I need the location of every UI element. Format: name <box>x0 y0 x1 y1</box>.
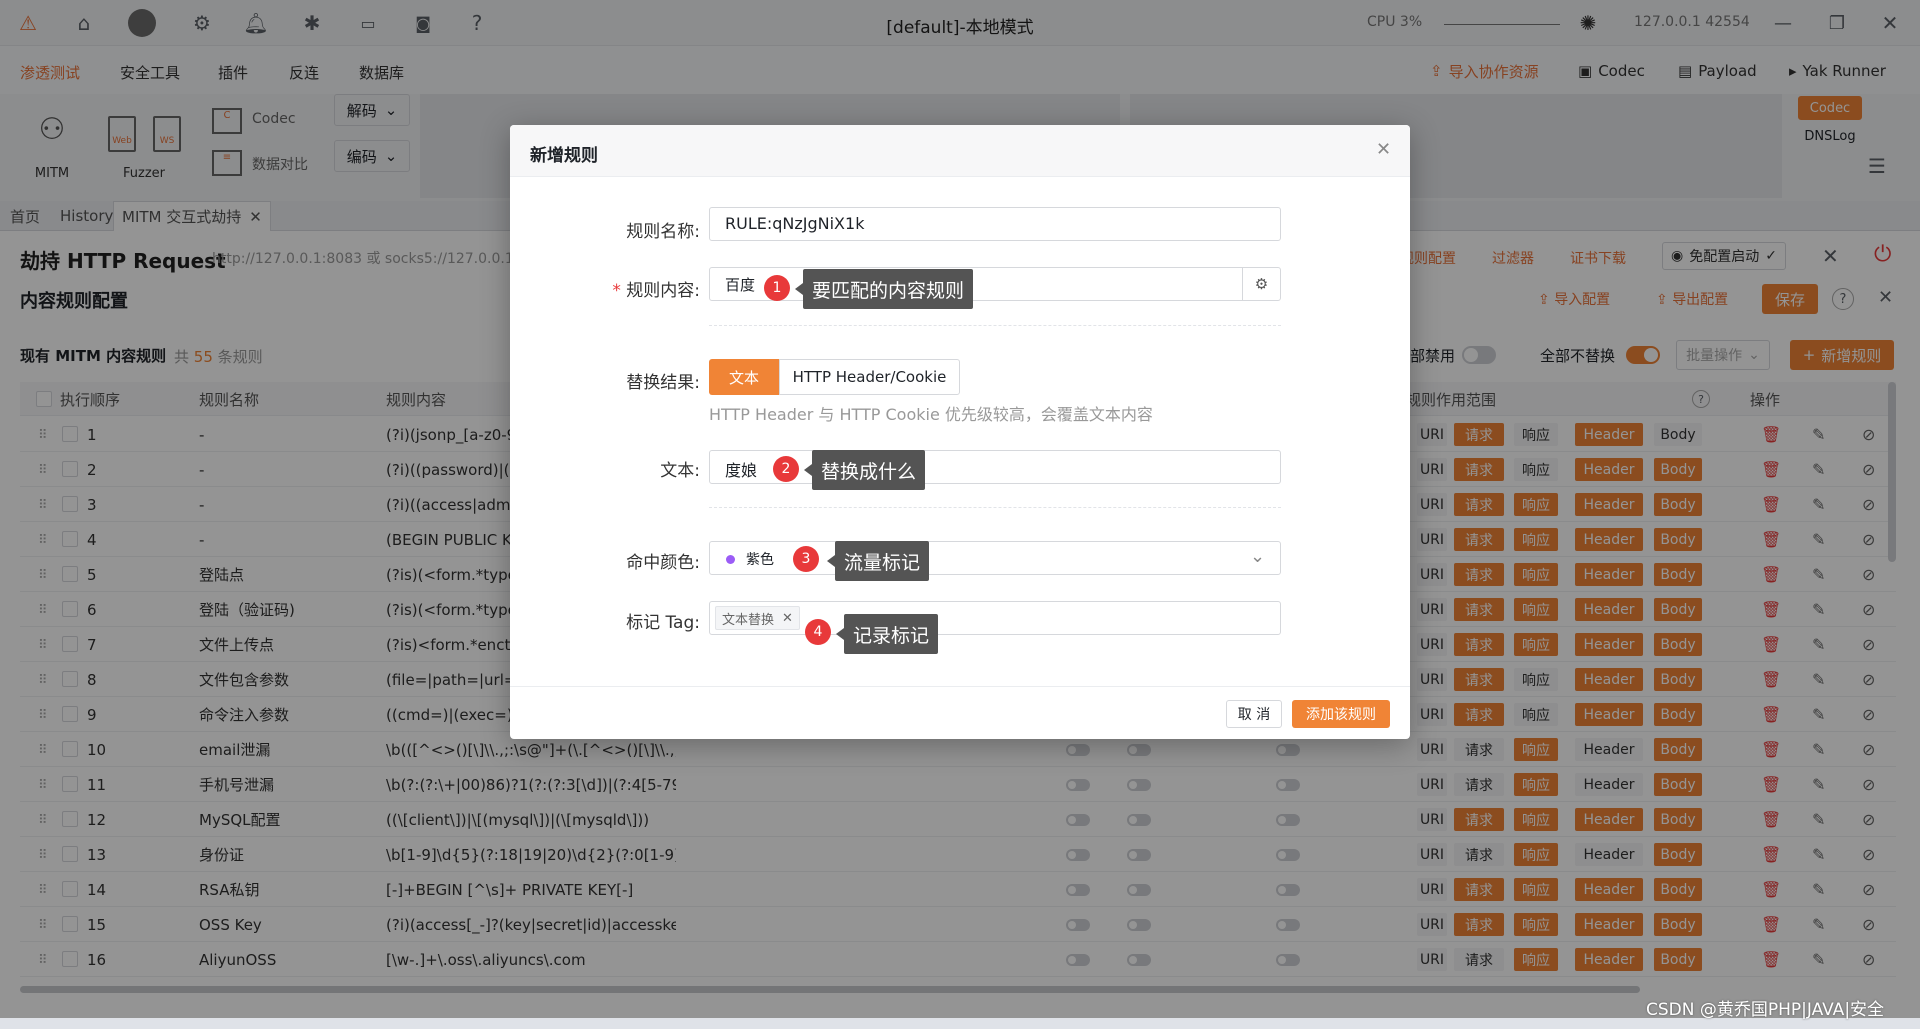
watermark: CSDN @黄乔国PHP|JAVA|安全 <box>1646 1000 1885 1020</box>
hit-color-value: 紫色 <box>746 552 774 568</box>
callout-label: 要匹配的内容规则 <box>794 269 974 309</box>
settings-icon[interactable]: ⚙ <box>1242 268 1280 300</box>
add-rule-modal: 新增规则 ✕ 规则名称: RULE:qNzJgNiX1k * 规则内容: 百度 … <box>510 125 1410 739</box>
replace-result-label: 替换结果: <box>626 373 700 393</box>
modal-footer <box>510 686 1410 687</box>
close-icon[interactable]: ✕ <box>782 611 793 626</box>
hit-color-label: 命中颜色: <box>626 553 700 573</box>
text-label: 文本: <box>660 461 700 481</box>
callout-number: 2 <box>773 456 799 482</box>
callout-label: 流量标记 <box>826 541 930 581</box>
rule-name-label: 规则名称: <box>626 222 700 242</box>
result-hint: HTTP Header 与 HTTP Cookie 优先级较高，会覆盖文本内容 <box>709 405 1153 424</box>
rule-content-label: * 规则内容: <box>612 281 700 301</box>
rule-content-value: 百度 <box>725 276 756 294</box>
tag-select[interactable]: 文本替换 ✕ <box>709 601 1281 635</box>
divider <box>709 507 1281 508</box>
callout-number: 4 <box>805 619 831 645</box>
status-bar <box>0 1018 1920 1029</box>
rule-name-input[interactable]: RULE:qNzJgNiX1k <box>709 207 1281 241</box>
callout-label: 记录标记 <box>835 614 939 654</box>
color-dot <box>726 555 735 564</box>
result-type-text[interactable]: 文本 <box>709 359 779 395</box>
divider <box>709 325 1281 326</box>
chevron-down-icon: ⌄ <box>1250 546 1266 567</box>
modal-title: 新增规则 <box>530 146 598 166</box>
cancel-button[interactable]: 取 消 <box>1226 700 1282 728</box>
callout-label: 替换成什么 <box>803 450 926 490</box>
tag-chip: 文本替换 ✕ <box>715 606 800 630</box>
modal-header: 新增规则 ✕ <box>510 125 1410 177</box>
submit-rule-button[interactable]: 添加该规则 <box>1292 700 1390 728</box>
result-type-header-cookie[interactable]: HTTP Header/Cookie <box>779 359 960 395</box>
callout-number: 3 <box>793 546 819 572</box>
tag-label: 标记 Tag: <box>626 613 700 633</box>
close-icon[interactable]: ✕ <box>1376 139 1391 160</box>
callout-number: 1 <box>764 275 790 301</box>
